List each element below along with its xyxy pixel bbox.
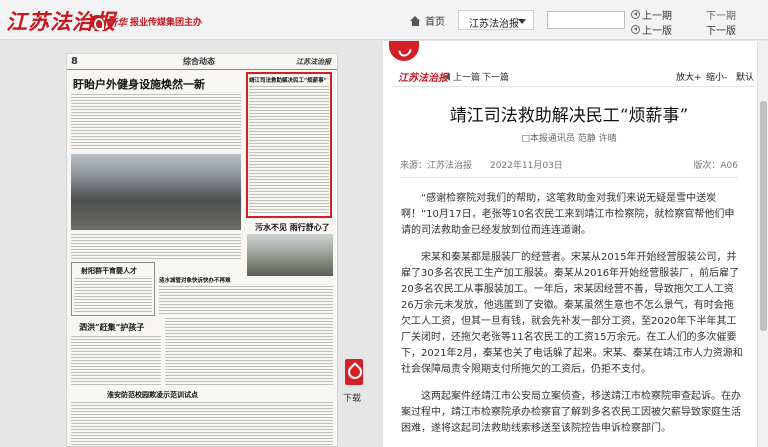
prev-page-link[interactable]: 上一版	[631, 22, 672, 37]
zoom-in-button[interactable]: 放大+	[676, 70, 702, 83]
article-date: 2022年11月03日	[490, 161, 563, 171]
article-title: 靖江司法救助解决民工“烦薪事”	[449, 106, 689, 126]
article-paragraph: 这两起案件经靖江市公安局立案侦查，移送靖江市检察院审查起诉。在办案过程中，靖江市…	[401, 391, 741, 434]
article-scrollbar[interactable]	[757, 41, 768, 447]
divider	[393, 86, 755, 87]
chevron-down-icon	[518, 19, 526, 24]
np-text-block	[159, 286, 333, 314]
np-photo	[247, 234, 333, 276]
next-article-link[interactable]: 下一篇	[482, 70, 509, 83]
prev-issue-link[interactable]: 上一期	[631, 7, 672, 22]
np-headline-lower-left[interactable]: 泗洪“赶集”护孩子	[79, 322, 144, 333]
np-text-block	[249, 86, 329, 214]
np-headline-mid-center[interactable]: 涟水城管对象快诉快办不再难	[159, 276, 231, 284]
np-headline-highlight[interactable]: 靖江司法救助解决民工“烦薪事”	[249, 76, 327, 84]
prev-article-link[interactable]: 上一篇	[445, 70, 480, 83]
np-text-block	[71, 94, 241, 150]
np-text-block	[165, 318, 333, 386]
prev-issue-icon	[631, 10, 640, 19]
newspaper-header: 8 综合动态 江苏法治报	[67, 54, 337, 70]
group-brand: 新华 报业传媒集团主办	[90, 14, 202, 30]
reset-zoom-button[interactable]: 默认	[736, 70, 754, 83]
home-icon	[410, 15, 421, 26]
article-body: “感谢检察院对我们的帮助，这笔救助金对我们来说无疑是雪中送炭啊！”10月17日，…	[401, 191, 743, 447]
article-meta: 来源：江苏法治报 2022年11月03日 版次：A06	[400, 158, 738, 178]
article-logo: 江苏法治报	[398, 73, 448, 84]
pdf-download-icon[interactable]	[345, 359, 363, 385]
home-link[interactable]: 首页	[410, 13, 445, 28]
article-paragraph: “感谢检察院对我们的帮助，这笔救助金对我们来说无疑是雪中送炭啊！”10月17日，…	[401, 193, 735, 236]
paper-select[interactable]: 江苏法治报	[458, 10, 534, 30]
np-text-block	[71, 402, 333, 446]
top-bar: 江苏法治报 新华 报业传媒集团主办 首页 江苏法治报 上一期 下一期 上一版 下…	[0, 0, 768, 40]
search-input[interactable]	[547, 11, 625, 29]
newspaper-panel: 8 综合动态 江苏法治报 盱眙户外健身设施焕然一新 靖江司法救助解决民工“烦薪事…	[0, 41, 378, 447]
np-text-block	[74, 278, 152, 312]
back-arrow-icon[interactable]	[389, 41, 419, 61]
next-page-link[interactable]: 下一版	[706, 22, 736, 37]
article-panel: 江苏法治报 上一篇 下一篇 放大+ 缩小- 默认 靖江司法救助解决民工“烦薪事”…	[383, 41, 768, 447]
group-logo-icon	[90, 14, 104, 30]
np-headline-mid-left[interactable]: 射阳群干育婴人才	[81, 266, 137, 276]
zoom-out-button[interactable]: 缩小-	[706, 70, 727, 83]
np-headline-bottom[interactable]: 淮安防范校园欺凌示范训试点	[107, 390, 198, 400]
article-paragraph: 宋某和秦某都是服装厂的经营者。宋某从2015年开始经营服装公司，并雇了30多名农…	[401, 252, 743, 375]
article-edition: 版次：A06	[693, 161, 738, 171]
np-headline-mid-right[interactable]: 污水不见 雨行舒心了	[255, 222, 330, 233]
article-source: 来源：江苏法治报	[400, 161, 473, 171]
np-text-block	[71, 234, 241, 260]
np-photo	[71, 154, 241, 230]
np-headline-top-left[interactable]: 盱眙户外健身设施焕然一新	[73, 76, 205, 92]
prev-arrow-icon	[445, 72, 450, 81]
next-issue-link[interactable]: 下一期	[706, 7, 736, 22]
pdf-download-label[interactable]: 下载	[343, 391, 361, 404]
scrollbar-thumb[interactable]	[760, 101, 767, 331]
article-byline: □本报通讯员 范静 许晴	[521, 134, 617, 144]
np-text-block	[71, 336, 161, 386]
newspaper-page-image[interactable]: 8 综合动态 江苏法治报 盱眙户外健身设施焕然一新 靖江司法救助解决民工“烦薪事…	[66, 53, 338, 447]
prev-page-icon	[631, 25, 640, 34]
